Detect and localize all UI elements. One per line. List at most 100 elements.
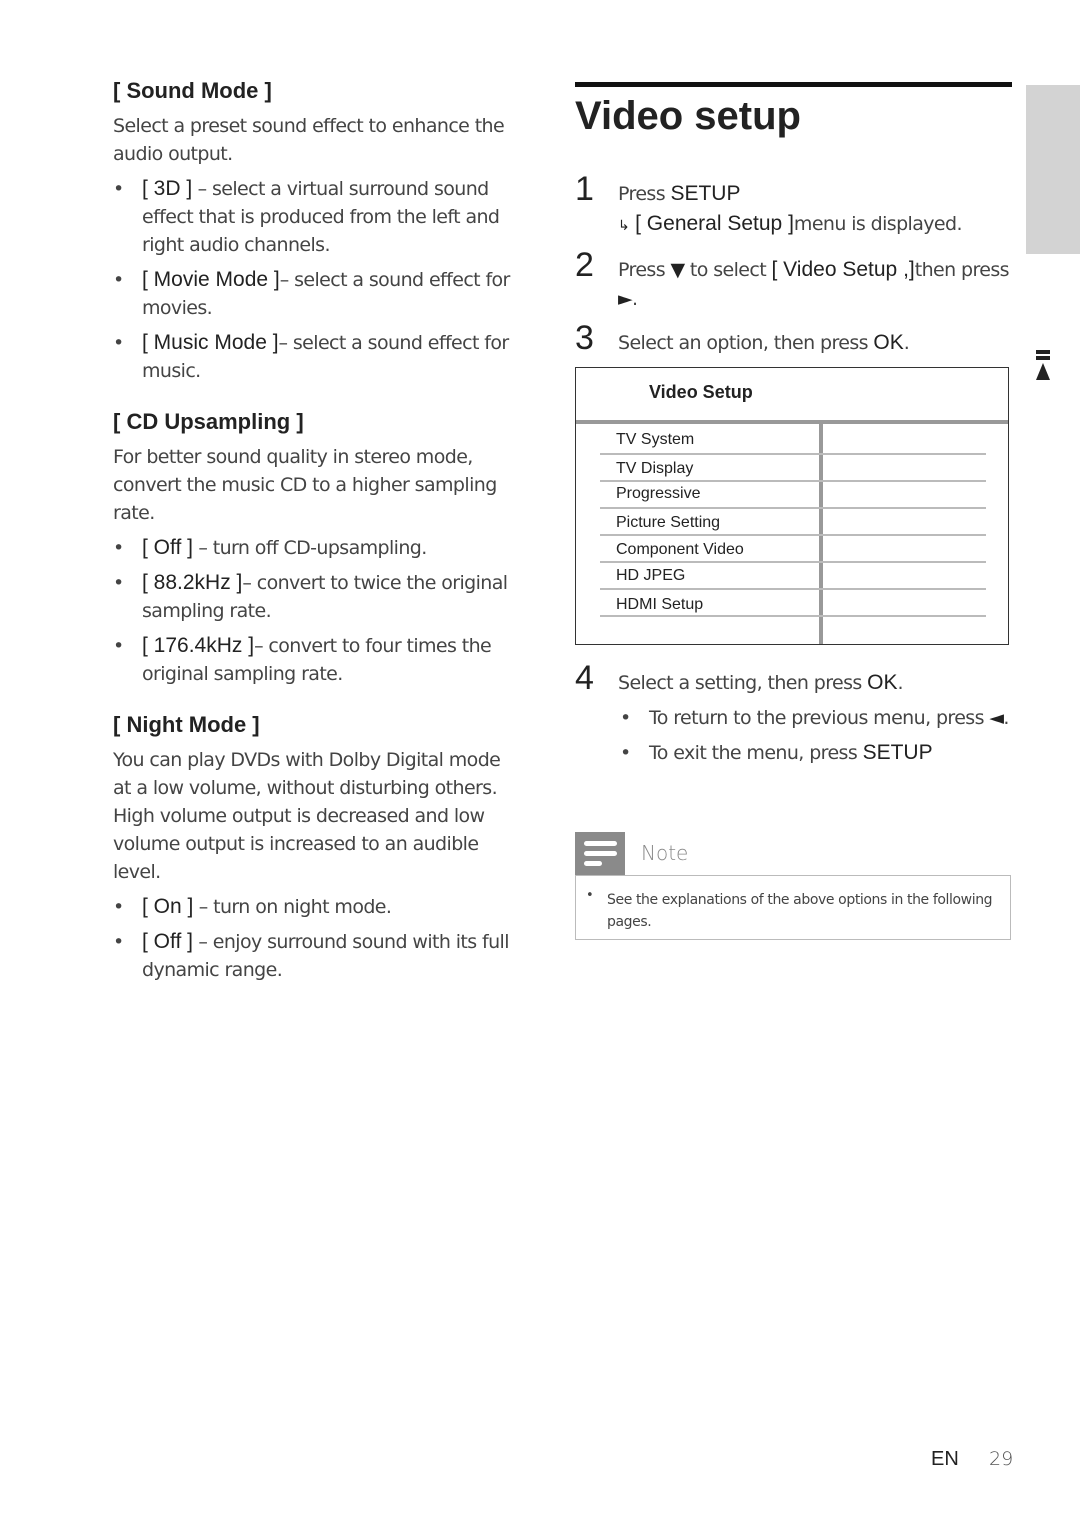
bullet-text: To return to the previous menu, press (649, 707, 990, 729)
bullet: • (113, 269, 124, 291)
option-text: – select a virtual surround sound effect… (142, 178, 500, 256)
option-key: [ Off ] (142, 536, 193, 559)
step-text: then press (914, 259, 1010, 281)
section-description: Select a preset sound effect to enhance … (113, 115, 505, 165)
option-list: • [ 3D ] – select a virtual surround soun… (113, 175, 513, 385)
step-text: to select (684, 259, 772, 281)
section-title: [ Sound Mode ] (113, 78, 272, 103)
option-text: – enjoy surround sound with its full dyn… (142, 931, 510, 981)
language-side-tab (1026, 85, 1080, 254)
note-text: See the explanations of the above option… (607, 892, 993, 930)
bullet: • (113, 635, 124, 657)
bullet: • (113, 178, 124, 200)
option-key: [ Movie Mode ] (142, 268, 280, 291)
option-item: • [ Off ] – turn off CD-upsampling. (113, 534, 513, 562)
option-text: – turn off CD-upsampling. (192, 537, 427, 559)
option-item: •[ 88.2kHz ]– convert to twice the origi… (113, 569, 513, 625)
menu-item-hd-jpeg[interactable]: HD JPEG (616, 567, 685, 585)
video-setup-menu: Video Setup TV System TV Display Progres… (575, 367, 1009, 645)
step-number: 4 (575, 659, 594, 697)
step-number: 2 (575, 246, 594, 284)
night-mode-section: [ Night Mode ] You can play DVDs with Do… (113, 710, 513, 984)
menu-item-picture-setting[interactable]: Picture Setting (616, 514, 720, 532)
menu-item-hdmi-setup[interactable]: HDMI Setup (616, 596, 703, 614)
menu-row-line (600, 534, 986, 536)
bullet-text: To exit the menu, press (649, 742, 863, 764)
option-item: • [ 3D ] – select a virtual surround soun… (113, 175, 513, 259)
menu-row-line (600, 561, 986, 563)
result-arrow-icon: ↳ (618, 218, 630, 234)
bullet: • (113, 896, 124, 918)
menu-item-tv-system[interactable]: TV System (616, 431, 694, 449)
menu-item-progressive[interactable]: Progressive (616, 485, 700, 503)
heading-rule (575, 82, 1012, 87)
step-1: 1 Press SETUP ↳ [ General Setup ]menu is … (575, 172, 1012, 241)
option-item: •[ Movie Mode ]– select a sound effect f… (113, 266, 513, 322)
step-text: . (897, 672, 903, 694)
option-item: •[ Music Mode ]– select a sound effect f… (113, 329, 513, 385)
bullet-text: . (1003, 707, 1009, 729)
option-key: [ Music Mode ] (142, 331, 279, 354)
step-result: ↳ [ General Setup ]menu is displayed. (618, 209, 1012, 241)
arrow-down-icon: ▼ (670, 259, 685, 281)
bullet-item: • To exit the menu, press SETUP (620, 739, 1012, 767)
menu-row-line (600, 453, 986, 455)
bullet-key: SETUP (862, 741, 933, 764)
option-text: – turn on night mode. (193, 896, 392, 918)
step-number: 3 (575, 319, 594, 357)
step-text: . (903, 332, 910, 354)
section-title: [ Night Mode ] (113, 712, 260, 737)
menu-row-line (600, 615, 986, 617)
step-text: Select a setting, then press (618, 672, 868, 694)
bullet: • (620, 707, 631, 729)
note-title: Note (641, 841, 689, 865)
option-item: • [ Off ] – enjoy surround sound with its… (113, 928, 513, 984)
option-item: •[ 176.4kHz ]– convert to four times the… (113, 632, 513, 688)
section-description: You can play DVDs with Dolby Digital mod… (113, 749, 501, 883)
menu-header-divider (576, 420, 1008, 424)
bullet: • (620, 742, 631, 764)
menu-row-line (600, 507, 986, 509)
left-column: [ Sound Mode ] Select a preset sound eff… (113, 76, 513, 1006)
step-key: OK (873, 331, 904, 354)
step-key: [ Video Setup ,] (771, 258, 915, 281)
option-list: • [ Off ] – turn off CD-upsampling. • [ 88… (113, 534, 513, 688)
menu-item-tv-display[interactable]: TV Display (616, 460, 693, 478)
step-3: 3 Select an option, then press OK. (575, 321, 1012, 358)
right-column: Video setup 1 Press SETUP ↳ [ General Set… (575, 82, 1012, 358)
step-key: OK (867, 671, 898, 694)
note-box: • See the explanations of the above opti… (575, 875, 1011, 940)
step-text: Press (618, 183, 671, 205)
step-key: SETUP (670, 182, 741, 205)
menu-header: Video Setup (576, 368, 1008, 420)
menu-header-title: Video Setup (649, 382, 753, 402)
step-text: . (632, 288, 638, 310)
bullet: • (113, 572, 124, 594)
note-icon (575, 832, 625, 875)
arrow-right-icon: ► (618, 288, 633, 310)
section-description: For better sound quality in stereo mode,… (113, 446, 497, 524)
arrow-left-icon: ◄ (989, 707, 1004, 729)
section-title: [ CD Upsampling ] (113, 409, 304, 434)
bullet: • (113, 332, 124, 354)
step-2: 2 Press ▼ to select [ Video Setup ,]then… (575, 248, 1012, 314)
result-key: [ General Setup ] (635, 212, 794, 235)
bullet: • (113, 931, 124, 953)
option-list: • [ On ] – turn on night mode. • [ Off ] –… (113, 893, 513, 984)
step-number: 1 (575, 170, 594, 208)
menu-item-component-video[interactable]: Component Video (616, 541, 744, 559)
option-key: [ 88.2kHz ] (142, 571, 243, 594)
cd-upsampling-section: [ CD Upsampling ] For better sound quali… (113, 407, 513, 688)
page-title: Video setup (575, 94, 801, 138)
page-number: 29 (989, 1448, 1014, 1470)
sound-mode-section: [ Sound Mode ] Select a preset sound eff… (113, 76, 513, 385)
bullet: • (113, 537, 124, 559)
step-text: Select an option, then press (618, 332, 874, 354)
bullet-item: • To return to the previous menu, press ◄… (620, 704, 1012, 732)
option-key: [ Off ] (142, 930, 193, 953)
step-4-bullets: • To return to the previous menu, press ◄… (575, 704, 1012, 767)
option-key: [ On ] (142, 895, 194, 918)
option-item: • [ On ] – turn on night mode. (113, 893, 513, 921)
footer-language: EN (931, 1448, 959, 1470)
menu-row-line (600, 480, 986, 482)
